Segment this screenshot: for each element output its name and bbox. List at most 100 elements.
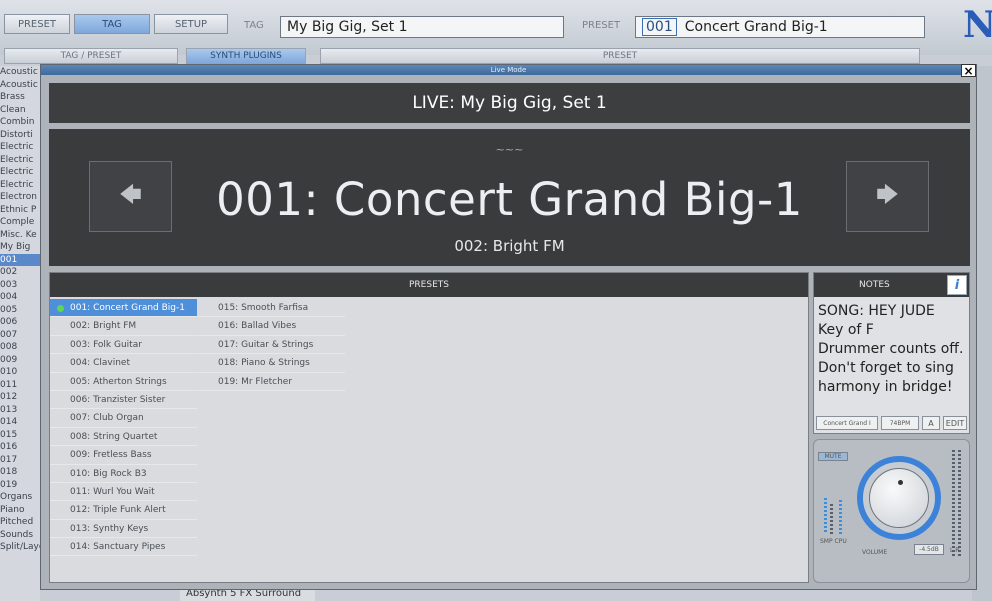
sidebar-item[interactable]: Electric [0,166,40,179]
notes-line: harmony in bridge! [818,379,953,395]
sidebar-item[interactable]: Organs [0,491,40,504]
tag-field[interactable]: My Big Gig, Set 1 [280,16,564,38]
cpu-meter [839,500,842,534]
preset-item-label: 010: Big Rock B3 [70,468,147,479]
preset-list-item[interactable]: 018: Piano & Strings [198,354,345,373]
preset-field[interactable]: 001 Concert Grand Big-1 [635,16,925,38]
smp-meter [824,498,827,534]
preset-item-label: 003: Folk Guitar [70,339,142,350]
notes-preset-field[interactable]: Concert Grand I [816,416,878,430]
preset-list-item[interactable]: 017: Guitar & Strings [198,335,345,355]
sidebar-item[interactable]: Ethnic P [0,204,40,217]
sidebar-item[interactable]: Brass [0,91,40,104]
preset-item-label: 018: Piano & Strings [218,358,310,369]
level-meter-right [958,450,961,558]
sidebar-item[interactable]: Sounds [0,529,40,542]
preset-list-item[interactable]: 010: Big Rock B3 [50,464,197,483]
sidebar-item[interactable]: 019 [0,479,40,492]
sidebar-item[interactable]: 018 [0,466,40,479]
close-button[interactable]: × [961,64,976,78]
preset-list-item[interactable]: 003: Folk Guitar [50,335,197,355]
sidebar-item[interactable]: 006 [0,316,40,329]
sidebar-item[interactable]: 010 [0,366,40,379]
knob-indicator [898,480,903,485]
dialog-title: Live Mode [41,65,976,75]
preset-list-item[interactable]: 014: Sanctuary Pipes [50,538,197,557]
preset-item-label: 015: Smooth Farfisa [218,303,309,313]
sidebar-item[interactable]: Electron [0,191,40,204]
preset-item-label: 008: String Quartet [70,431,158,442]
sidebar-item[interactable]: My Big [0,241,40,254]
info-icon[interactable]: i [947,275,967,295]
preset-list-item[interactable]: 008: String Quartet [50,427,197,447]
tag-label: TAG [244,20,264,31]
preset-list-item[interactable]: 012: Triple Funk Alert [50,501,197,520]
bpm-field[interactable]: 74BPM [881,416,919,430]
synth-plugins-tab[interactable]: SYNTH PLUGINS [186,48,306,64]
sidebar-item[interactable]: 014 [0,416,40,429]
notes-text: SONG: HEY JUDE Key of F Drummer counts off… [814,297,969,402]
preset-item-label: 016: Ballad Vibes [218,321,297,332]
volume-knob[interactable] [869,468,929,528]
edit-notes-button[interactable]: EDIT [943,416,967,430]
sidebar-item[interactable]: 007 [0,329,40,342]
sidebar-item[interactable]: 013 [0,404,40,417]
db-readout[interactable]: -4.5dB [914,544,944,555]
presets-header: PRESETS [50,273,808,297]
preset-item-label: 005: Atherton Strings [70,376,167,387]
sidebar-item[interactable]: 015 [0,429,40,442]
notes-line: Drummer counts off. [818,341,964,357]
preset-list-item[interactable]: 009: Fretless Bass [50,446,197,465]
preset-list-item[interactable]: 002: Bright FM [50,317,197,336]
sidebar-item[interactable]: 011 [0,379,40,392]
sidebar-item[interactable]: Misc. Ke [0,229,40,242]
next-preset-button[interactable]: 🡆 [846,161,929,232]
sidebar-item[interactable]: Piano [0,504,40,517]
preset-list-item[interactable]: 001: Concert Grand Big-1 [50,299,197,318]
tag-tab[interactable]: TAG [74,14,150,34]
sidebar-item[interactable]: Comple [0,216,40,229]
preset-list-item[interactable]: 006: Tranzister Sister [50,390,197,410]
sidebar-item[interactable]: Acoustic [0,79,40,92]
sidebar-item[interactable]: 016 [0,441,40,454]
tag-preset-tab[interactable]: TAG / PRESET [4,48,178,64]
sidebar-item[interactable]: 003 [0,279,40,292]
sidebar-item[interactable]: Distorti [0,129,40,142]
sidebar-item[interactable]: 008 [0,341,40,354]
sidebar-item[interactable]: Electric [0,154,40,167]
sidebar-item[interactable]: Combin [0,116,40,129]
sidebar-item[interactable]: Electric [0,141,40,154]
main-toolbar: PRESET TAG SETUP TAG My Big Gig, Set 1 P… [0,0,992,55]
preset-list-item[interactable]: 015: Smooth Farfisa [198,299,345,318]
preset-list-item[interactable]: 011: Wurl You Wait [50,482,197,502]
sidebar-item[interactable]: Split/Layer [0,541,40,554]
sidebar-item[interactable]: Acoustic [0,66,40,79]
sidebar-item[interactable]: 002 [0,266,40,279]
sidebar-item[interactable]: 001 [0,253,40,266]
current-preset-name: 001: Concert Grand Big-1 [216,173,803,226]
transpose-button[interactable]: A [922,416,940,430]
mute-button[interactable]: MUTE [818,452,848,461]
sidebar-item[interactable]: 004 [0,291,40,304]
notes-line: Don't forget to sing [818,360,954,376]
notes-footer: Concert Grand I 74BPM A EDIT [816,416,967,430]
sidebar-item[interactable]: 009 [0,354,40,367]
preset-list-item[interactable]: 004: Clavinet [50,354,197,373]
sidebar-item[interactable]: Clean [0,104,40,117]
preset-tab[interactable]: PRESET [4,14,70,34]
setup-tab[interactable]: SETUP [154,14,228,34]
preset-list-item[interactable]: 016: Ballad Vibes [198,317,345,336]
preset-item-label: 017: Guitar & Strings [218,339,314,350]
sidebar-item[interactable]: Pitched [0,516,40,529]
notes-header-label: NOTES [859,280,890,290]
preset-list-item[interactable]: 007: Club Organ [50,409,197,428]
sidebar-item[interactable]: 005 [0,304,40,317]
meter-labels: SMP CPU [820,538,847,545]
preset-list-item[interactable]: 005: Atherton Strings [50,372,197,391]
preset-item-label: 012: Triple Funk Alert [70,505,166,516]
sidebar-item[interactable]: 012 [0,391,40,404]
sidebar-item[interactable]: Electric [0,179,40,192]
sidebar-item[interactable]: 017 [0,454,40,467]
preset-list-item[interactable]: 019: Mr Fletcher [198,372,345,391]
preset-list-item[interactable]: 013: Synthy Keys [50,519,197,539]
